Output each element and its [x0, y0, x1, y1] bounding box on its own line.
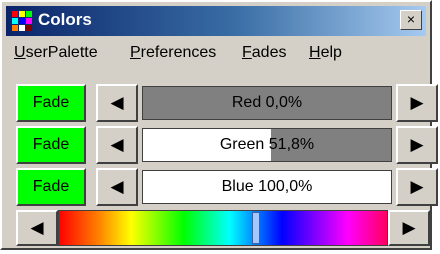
left-arrow-icon: ◀ — [110, 177, 124, 196]
app-palette-icon — [12, 11, 32, 31]
menu-userpalette[interactable]: UserPalette — [14, 44, 98, 62]
right-arrow-icon: ▶ — [402, 218, 416, 237]
red-fade-button[interactable]: Fade — [16, 84, 86, 122]
blue-increase-button[interactable]: ▶ — [396, 168, 438, 206]
spectrum-right-button[interactable]: ▶ — [388, 210, 430, 246]
blue-fade-button[interactable]: Fade — [16, 168, 86, 206]
green-decrease-button[interactable]: ◀ — [96, 126, 138, 164]
spectrum-slider[interactable] — [58, 210, 388, 246]
left-arrow-icon: ◀ — [110, 93, 124, 112]
right-arrow-icon: ▶ — [410, 177, 424, 196]
left-arrow-icon: ◀ — [110, 135, 124, 154]
red-increase-button[interactable]: ▶ — [396, 84, 438, 122]
colors-window: Colors × UserPalette Preferences Fades H… — [0, 0, 438, 250]
title-bar[interactable]: Colors × — [6, 6, 426, 36]
window-title: Colors — [38, 10, 92, 29]
close-button[interactable]: × — [400, 10, 422, 30]
spectrum-thumb[interactable] — [251, 212, 260, 244]
menu-bar: UserPalette Preferences Fades Help — [6, 40, 426, 68]
green-fade-button[interactable]: Fade — [16, 126, 86, 164]
menu-help[interactable]: Help — [309, 44, 342, 62]
red-slider[interactable]: Red 0,0% — [142, 86, 392, 120]
menu-fades[interactable]: Fades — [242, 44, 286, 62]
green-slider[interactable]: Green 51,8% — [142, 128, 392, 162]
green-increase-button[interactable]: ▶ — [396, 126, 438, 164]
blue-value-label: Blue 100,0% — [221, 178, 313, 195]
spectrum-row: ◀ ▶ — [14, 208, 430, 248]
spectrum-left-button[interactable]: ◀ — [16, 210, 58, 246]
blue-slider[interactable]: Blue 100,0% — [142, 170, 392, 204]
green-channel-row: Fade ◀ Green 51,8% ▶ — [14, 126, 438, 164]
menu-preferences[interactable]: Preferences — [130, 44, 216, 62]
blue-decrease-button[interactable]: ◀ — [96, 168, 138, 206]
red-channel-row: Fade ◀ Red 0,0% ▶ — [14, 84, 438, 122]
red-decrease-button[interactable]: ◀ — [96, 84, 138, 122]
green-value-label: Green 51,8% — [219, 136, 315, 153]
blue-channel-row: Fade ◀ Blue 100,0% ▶ — [14, 168, 438, 206]
red-value-label: Red 0,0% — [231, 94, 303, 111]
right-arrow-icon: ▶ — [410, 135, 424, 154]
right-arrow-icon: ▶ — [410, 93, 424, 112]
left-arrow-icon: ◀ — [30, 218, 44, 237]
close-icon: × — [406, 11, 416, 27]
